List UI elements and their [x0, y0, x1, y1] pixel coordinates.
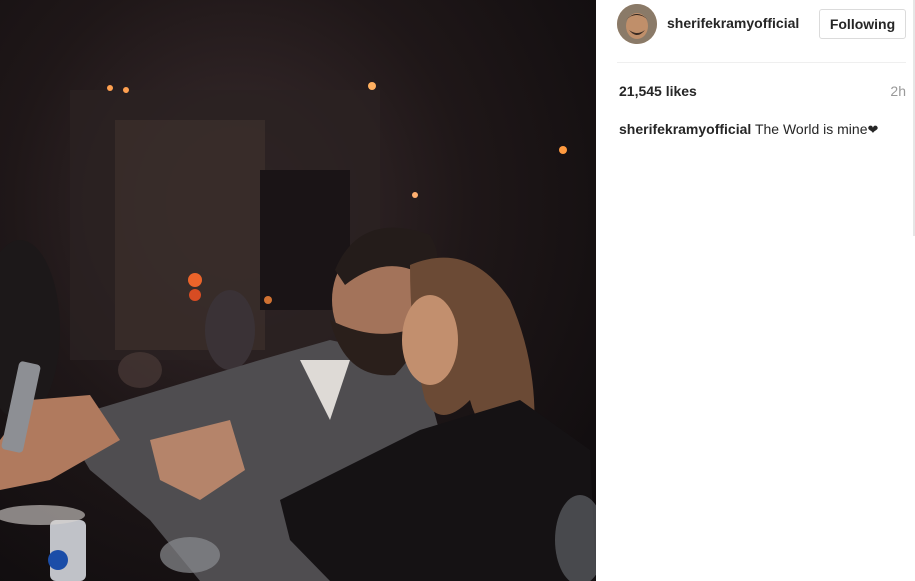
- avatar-image: [617, 4, 657, 44]
- heart-icon: ❤: [867, 122, 879, 137]
- post-time[interactable]: 2h: [890, 83, 906, 99]
- caption-author-link[interactable]: sherifekramyofficial: [619, 121, 751, 137]
- post-header: sherifekramyofficial Following: [596, 0, 915, 64]
- following-button[interactable]: Following: [819, 9, 906, 39]
- post-photo-illustration: [0, 82, 596, 581]
- post-sidebar: sherifekramyofficial Following 21,545 li…: [596, 0, 915, 581]
- post-photo[interactable]: [0, 0, 596, 581]
- avatar[interactable]: [617, 4, 657, 44]
- username-link[interactable]: sherifekramyofficial: [667, 15, 799, 31]
- caption-text: The World is mine: [754, 121, 868, 137]
- divider: [617, 62, 906, 63]
- likes-count[interactable]: 21,545 likes: [619, 83, 697, 99]
- caption: sherifekramyofficial The World is mine❤: [619, 121, 909, 138]
